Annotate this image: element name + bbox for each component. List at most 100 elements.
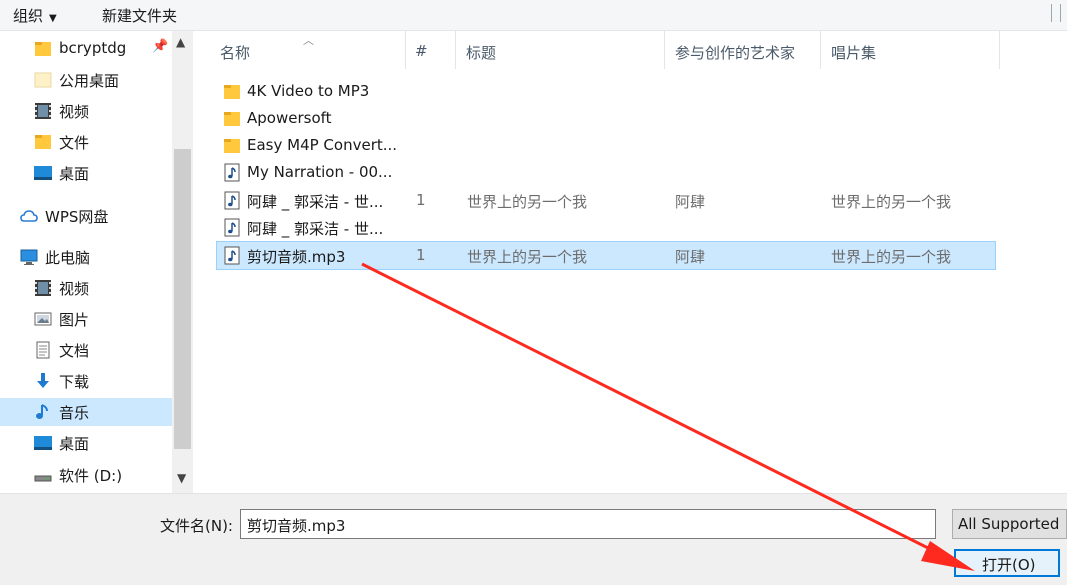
nav-item-label: 音乐 [59, 404, 90, 422]
nav-item-label: 视频 [59, 103, 90, 121]
navigation-pane: bcryptdg 📌 公用桌面 视频 文件 桌面 WPS网盘 此电脑 视频 图片… [0, 31, 172, 493]
file-type-filter[interactable]: All Supported [952, 509, 1067, 539]
nav-item-label: WPS网盘 [45, 208, 109, 226]
file-artist: 阿肆 [675, 193, 706, 211]
nav-item-videos[interactable]: 视频 [0, 97, 172, 125]
column-album-label: 唱片集 [831, 44, 877, 62]
video-icon [35, 280, 51, 296]
pin-icon[interactable]: 📌 [152, 39, 168, 54]
nav-scrollbar[interactable]: ▲ ▼ [172, 31, 193, 493]
command-bar: 组织 ▼ 新建文件夹 [0, 0, 1067, 31]
folder-icon [224, 112, 240, 126]
file-row[interactable]: 4K Video to MP3 [217, 78, 995, 105]
column-header-artist[interactable]: 参与创作的艺术家 [675, 31, 820, 69]
column-header-album[interactable]: 唱片集 [831, 31, 1001, 69]
nav-item-label: 桌面 [59, 435, 90, 453]
file-row[interactable]: Apowersoft [217, 105, 995, 132]
file-title: 世界上的另一个我 [467, 248, 588, 266]
desktop-icon [34, 166, 52, 180]
music-icon [36, 404, 48, 419]
file-track-number: 1 [416, 191, 426, 209]
nav-item-label: 桌面 [59, 165, 90, 183]
file-row[interactable]: 阿肆 _ 郭采洁 - 世... [217, 214, 995, 241]
nav-item-files[interactable]: 文件 [0, 128, 172, 156]
nav-item-wps-cloud[interactable]: WPS网盘 [0, 202, 172, 230]
nav-item-documents[interactable]: 文档 [0, 336, 172, 364]
column-number-label: # [415, 42, 428, 60]
pane-toggle-icon[interactable] [1051, 4, 1061, 22]
file-type-filter-label: All Supported [958, 515, 1060, 533]
nav-item-label: 公用桌面 [59, 72, 120, 90]
nav-item-this-pc[interactable]: 此电脑 [0, 243, 172, 271]
column-separator [405, 31, 406, 69]
nav-item-downloads[interactable]: 下载 [0, 367, 172, 395]
column-artist-label: 参与创作的艺术家 [675, 44, 796, 62]
file-name: Easy M4P Convert... [247, 136, 398, 154]
file-title: 世界上的另一个我 [467, 193, 588, 211]
audio-file-icon [224, 163, 240, 182]
audio-file-icon [224, 218, 240, 237]
scroll-up-icon[interactable]: ▲ [176, 35, 185, 49]
scrollbar-thumb[interactable] [174, 149, 191, 449]
nav-item-bcryptdg[interactable]: bcryptdg 📌 [0, 35, 172, 63]
cloud-icon [20, 210, 38, 222]
nav-item-pc-desktop[interactable]: 桌面 [0, 429, 172, 457]
folder-icon [224, 139, 240, 153]
column-separator [999, 31, 1000, 69]
column-title-label: 标题 [466, 44, 497, 62]
file-name: My Narration - 00... [247, 163, 393, 181]
nav-item-drive-d[interactable]: 软件 (D:) [0, 461, 172, 489]
dialog-footer: 文件名(N): 剪切音频.mp3 ﹀ All Supported 打开(O) [0, 493, 1067, 585]
nav-item-label: 软件 (D:) [59, 467, 123, 485]
file-track-number: 1 [416, 246, 426, 264]
column-separator [820, 31, 821, 69]
document-icon [36, 341, 50, 359]
nav-item-music[interactable]: 音乐 [0, 398, 172, 426]
nav-item-label: 此电脑 [45, 249, 91, 267]
caret-down-icon: ▼ [49, 13, 57, 24]
file-artist: 阿肆 [675, 248, 706, 266]
picture-icon [34, 312, 52, 326]
file-name: 阿肆 _ 郭采洁 - 世... [247, 193, 384, 211]
folder-light-icon [34, 72, 52, 88]
video-icon [35, 103, 51, 119]
column-separator [664, 31, 665, 69]
desktop-icon [34, 436, 52, 450]
sort-ascending-icon: ︿ [303, 34, 314, 47]
file-row[interactable]: 阿肆 _ 郭采洁 - 世... 1 世界上的另一个我 阿肆 世界上的另一个我 [217, 187, 995, 214]
file-name: Apowersoft [247, 109, 332, 127]
column-header-title[interactable]: 标题 [466, 31, 664, 69]
organize-menu-button[interactable]: 组织 ▼ [13, 5, 57, 26]
nav-item-desktop[interactable]: 桌面 [0, 159, 172, 187]
open-button[interactable]: 打开(O) [954, 549, 1060, 577]
file-row[interactable]: My Narration - 00... [217, 159, 995, 186]
file-album: 世界上的另一个我 [831, 248, 952, 266]
filename-label: 文件名(N): [160, 517, 233, 535]
file-row[interactable]: Easy M4P Convert... [217, 132, 995, 159]
nav-item-public-desktop[interactable]: 公用桌面 [0, 66, 172, 94]
scroll-down-icon[interactable]: ▼ [177, 471, 186, 485]
file-name: 剪切音频.mp3 [247, 248, 346, 266]
audio-file-icon [224, 246, 240, 265]
file-name: 阿肆 _ 郭采洁 - 世... [247, 220, 384, 238]
column-name-label: 名称 [220, 44, 251, 62]
column-separator [455, 31, 456, 69]
audio-file-icon [224, 191, 240, 210]
organize-label: 组织 [13, 7, 44, 25]
nav-item-pictures[interactable]: 图片 [0, 305, 172, 333]
file-row-selected[interactable]: 剪切音频.mp3 1 世界上的另一个我 阿肆 世界上的另一个我 [216, 241, 996, 270]
nav-item-label: 文档 [59, 342, 90, 360]
chevron-down-icon[interactable]: ﹀ [247, 515, 927, 536]
column-header-number[interactable]: # [415, 31, 455, 69]
drive-icon [34, 475, 52, 482]
folder-icon [35, 42, 51, 56]
nav-item-pc-videos[interactable]: 视频 [0, 274, 172, 302]
new-folder-button[interactable]: 新建文件夹 [102, 5, 177, 26]
nav-item-label: 图片 [59, 311, 90, 329]
filename-input[interactable]: 剪切音频.mp3 ﹀ [240, 509, 936, 539]
file-list: 名称 ︿ # 标题 参与创作的艺术家 唱片集 4K Video to MP3 A… [193, 31, 1067, 493]
nav-item-label: 视频 [59, 280, 90, 298]
computer-icon [20, 249, 38, 265]
nav-item-label: 下载 [59, 373, 90, 391]
open-button-label: 打开(O) [982, 556, 1036, 574]
